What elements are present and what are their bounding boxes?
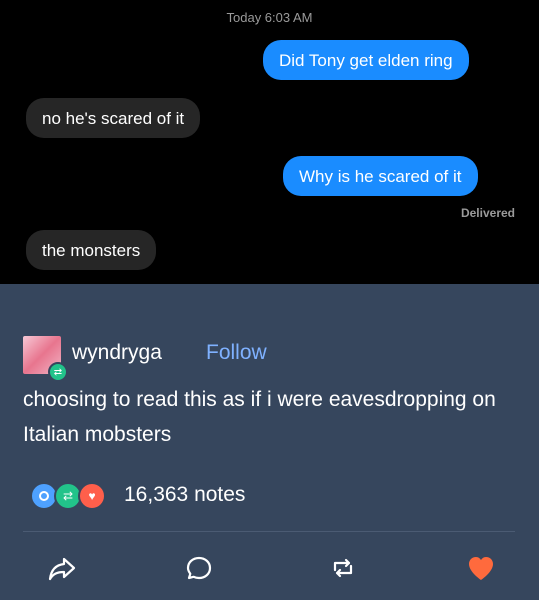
- screenshot: Today 6:03 AM Did Tony get elden ring no…: [0, 0, 539, 600]
- message-bubble-outgoing: Why is he scared of it: [283, 156, 478, 196]
- follow-button[interactable]: Follow: [206, 341, 267, 365]
- reply-icon[interactable]: [183, 552, 215, 584]
- post-username[interactable]: wyndryga: [72, 341, 162, 365]
- imessage-conversation: Today 6:03 AM Did Tony get elden ring no…: [0, 0, 539, 284]
- delivery-status: Delivered: [460, 206, 515, 220]
- like-note-icon: ♥: [78, 482, 106, 510]
- notes-summary-icons[interactable]: ⇄ ♥: [30, 482, 112, 510]
- message-bubble-incoming: the monsters: [26, 230, 157, 270]
- message-timestamp: Today 6:03 AM: [226, 10, 313, 25]
- share-icon[interactable]: [46, 552, 78, 584]
- divider: [23, 531, 515, 532]
- notes-count[interactable]: 16,363 notes: [124, 483, 245, 507]
- post-body-text: choosing to read this as if i were eaves…: [23, 388, 496, 446]
- message-bubble-incoming: no he's scared of it: [26, 98, 201, 138]
- reblog-badge-icon: ⇄: [48, 362, 68, 382]
- reblog-icon[interactable]: [327, 552, 359, 584]
- message-bubble-outgoing: Did Tony get elden ring: [263, 40, 469, 80]
- like-icon[interactable]: [465, 552, 497, 584]
- tumblr-post: ⇄ wyndryga Follow choosing to read this …: [0, 284, 539, 600]
